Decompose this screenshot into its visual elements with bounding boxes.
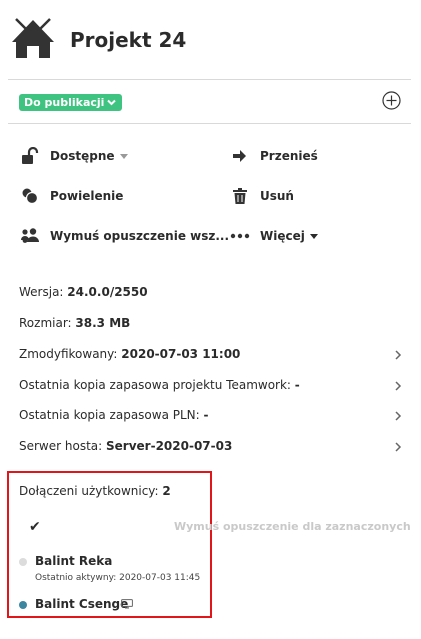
user-status-dot — [19, 558, 27, 566]
monitor-icon — [121, 599, 133, 609]
divider — [8, 79, 411, 80]
user-status-dot — [19, 601, 27, 609]
caret-down-icon — [309, 233, 318, 239]
size-value: 38.3 MB — [75, 316, 131, 330]
pln-backup-label: Ostatnia kopia zapasowa PLN: — [19, 408, 200, 422]
joined-users-count: 2 — [162, 484, 171, 498]
modified-row[interactable]: Zmodyfikowany: 2020-07-03 11:00 — [19, 347, 240, 361]
chevron-down-icon — [107, 99, 117, 106]
delete-button[interactable]: Usuń — [230, 186, 294, 206]
duplicate-label: Powielenie — [50, 189, 124, 203]
size-row: Rozmiar: 38.3 MB — [19, 316, 130, 330]
delete-label: Usuń — [260, 189, 294, 203]
move-button[interactable]: Przenieś — [230, 146, 318, 166]
select-all-check-icon[interactable]: ✔ — [29, 519, 41, 535]
user-name[interactable]: Balint Reka — [35, 554, 112, 568]
arrow-right-icon — [230, 147, 250, 165]
chevron-right-icon[interactable] — [394, 350, 402, 360]
version-row: Wersja: 24.0.0/2550 — [19, 285, 148, 299]
joined-users-title: Dołączeni użytkownicy: 2 — [19, 484, 171, 498]
modified-value: 2020-07-03 11:00 — [121, 347, 241, 361]
caret-down-icon — [119, 153, 128, 159]
project-header: Projekt 24 — [12, 16, 412, 68]
version-label: Wersja: — [19, 285, 64, 299]
size-label: Rozmiar: — [19, 316, 72, 330]
chevron-right-icon[interactable] — [394, 411, 402, 421]
more-label: Więcej — [260, 229, 305, 243]
modified-label: Zmodyfikowany: — [19, 347, 118, 361]
page-title: Projekt 24 — [70, 28, 187, 52]
chevron-right-icon[interactable] — [394, 442, 402, 452]
more-button[interactable]: Więcej — [230, 226, 318, 246]
teamwork-backup-row[interactable]: Ostatnia kopia zapasowa projektu Teamwor… — [19, 378, 300, 392]
host-server-label: Serwer hosta: — [19, 439, 103, 453]
trash-icon — [230, 187, 250, 205]
house-icon — [12, 18, 54, 58]
host-server-row[interactable]: Serwer hosta: Server-2020-07-03 — [19, 439, 232, 453]
status-dropdown[interactable]: Do publikacji — [19, 94, 123, 111]
pln-backup-value: - — [203, 408, 209, 422]
divider — [8, 123, 411, 124]
user-name[interactable]: Balint Csenge — [35, 597, 128, 611]
version-value: 24.0.0/2550 — [67, 285, 148, 299]
available-button[interactable]: Dostępne — [20, 146, 128, 166]
host-server-value: Server-2020-07-03 — [106, 439, 233, 453]
force-leave-selected-button[interactable]: Wymuś opuszczenie dla zaznaczonych — [174, 520, 411, 533]
chevron-right-icon[interactable] — [394, 381, 402, 391]
pln-backup-row[interactable]: Ostatnia kopia zapasowa PLN: - — [19, 408, 209, 422]
user-last-active: Ostatnio aktywny: 2020-07-03 11:45 — [35, 573, 201, 583]
teamwork-backup-value: - — [294, 378, 300, 392]
teamwork-backup-label: Ostatnia kopia zapasowa projektu Teamwor… — [19, 378, 291, 392]
joined-users-label: Dołączeni użytkownicy: — [19, 484, 159, 498]
available-label: Dostępne — [50, 149, 115, 163]
status-label: Do publikacji — [24, 96, 105, 109]
users-icon — [20, 227, 40, 245]
duplicate-button[interactable]: Powielenie — [20, 186, 123, 206]
plus-circle-icon[interactable] — [382, 91, 401, 110]
unlock-icon — [20, 147, 40, 165]
duplicate-icon — [20, 187, 40, 205]
force-leave-all-label: Wymuś opuszczenie wsz... — [50, 229, 230, 243]
move-label: Przenieś — [260, 149, 318, 163]
force-leave-all-button[interactable]: Wymuś opuszczenie wsz... — [20, 226, 229, 246]
dots-icon — [230, 227, 250, 245]
